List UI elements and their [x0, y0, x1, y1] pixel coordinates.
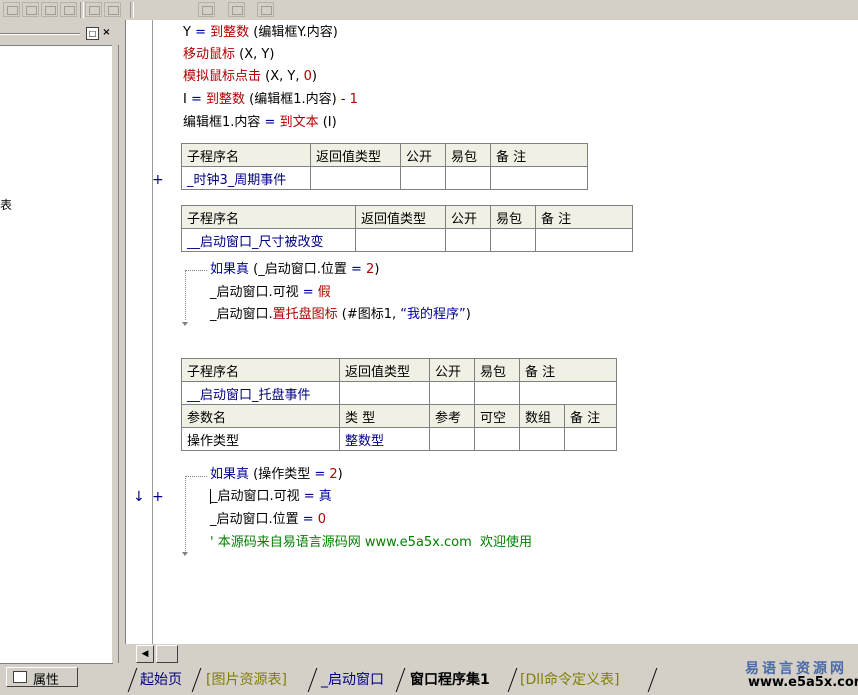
flow-line: [185, 270, 186, 320]
properties-tab-label: 属性: [33, 673, 60, 688]
watermark-url: www.e5a5x.com: [748, 675, 858, 690]
easy-pack-cell[interactable]: [474, 381, 520, 405]
header-cell: 子程序名: [181, 358, 340, 382]
flow-arrow-icon: [182, 552, 188, 556]
header-cell: 参考: [429, 404, 475, 428]
distribute-v-icon[interactable]: [104, 2, 121, 17]
layout-toolbar: [0, 0, 130, 20]
return-type-cell[interactable]: [310, 166, 401, 190]
header-cell: 备 注: [490, 143, 588, 167]
subroutine-name[interactable]: _时钟3_周期事件: [181, 166, 311, 190]
public-cell[interactable]: [429, 381, 475, 405]
code-line-4[interactable]: I = 到整数 (编辑框1.内容) - 1: [183, 92, 358, 108]
remark-cell[interactable]: [519, 381, 617, 405]
distribute-h-icon[interactable]: [85, 2, 102, 17]
current-line-arrow-icon: ↓: [133, 489, 145, 505]
header-cell: 易包: [445, 143, 491, 167]
remark-cell[interactable]: [490, 166, 588, 190]
same-size-icon[interactable]: [257, 2, 274, 17]
left-panel-splitter[interactable]: [112, 45, 119, 663]
subroutine-table: 子程序名 返回值类型 公开 易包 备 注 __启动窗口_托盘事件 参数名 类 型…: [181, 358, 617, 451]
header-cell: 易包: [474, 358, 520, 382]
align-center-icon[interactable]: [22, 2, 39, 17]
header-cell: 数组: [519, 404, 565, 428]
code-line[interactable]: _启动窗口.置托盘图标 (#图标1, “我的程序”): [210, 307, 471, 323]
truncated-label: 表: [0, 198, 13, 212]
toolbar-separator: [80, 2, 84, 18]
code-line[interactable]: _启动窗口.可视 = 真: [210, 489, 332, 505]
param-nullable-cell[interactable]: [474, 427, 520, 451]
toolbar-separator: [130, 2, 134, 18]
header-cell: 返回值类型: [339, 358, 430, 382]
expand-plus-icon[interactable]: +: [152, 172, 164, 188]
code-comment[interactable]: ' 本源码来自易语言源码网 www.e5a5x.com 欢迎使用: [210, 535, 532, 551]
param-type[interactable]: 整数型: [339, 427, 430, 451]
param-remark-cell[interactable]: [564, 427, 617, 451]
header-cell: 备 注: [564, 404, 617, 428]
flow-arrow-icon: [182, 322, 188, 326]
return-type-cell[interactable]: [355, 228, 446, 252]
header-cell: 返回值类型: [310, 143, 401, 167]
header-cell: 子程序名: [181, 143, 311, 167]
subroutine-name[interactable]: __启动窗口_尺寸被改变: [181, 228, 356, 252]
header-cell: 备 注: [519, 358, 617, 382]
remark-cell[interactable]: [535, 228, 633, 252]
header-cell: 子程序名: [181, 205, 356, 229]
code-line-3[interactable]: 模拟鼠标点击 (X, Y, 0): [183, 69, 317, 85]
tab-startup-window[interactable]: _启动窗口: [321, 670, 384, 692]
header-cell: 备 注: [535, 205, 633, 229]
header-cell: 可空: [474, 404, 520, 428]
editor-gutter-line: [152, 20, 153, 644]
header-cell: 公开: [400, 143, 446, 167]
tab-dll-commands[interactable]: [Dll命令定义表]: [520, 670, 619, 692]
param-ref-cell[interactable]: [429, 427, 475, 451]
tab-start-page[interactable]: 起始页: [140, 670, 182, 692]
public-cell[interactable]: [445, 228, 491, 252]
code-line-1[interactable]: Y = 到整数 (编辑框Y.内容): [183, 25, 338, 41]
align-top-icon[interactable]: [41, 2, 58, 17]
header-cell: 易包: [490, 205, 536, 229]
public-cell[interactable]: [400, 166, 446, 190]
easy-pack-cell[interactable]: [490, 228, 536, 252]
scroll-left-icon[interactable]: ◀: [136, 645, 154, 663]
same-width-icon[interactable]: [198, 2, 215, 17]
flow-line: [185, 476, 207, 477]
panel-header: □ ×: [0, 25, 118, 41]
header-cell: 类 型: [339, 404, 430, 428]
properties-tab[interactable]: 属性: [6, 667, 78, 688]
subroutine-table: 子程序名 返回值类型 公开 易包 备 注 _时钟3_周期事件: [181, 143, 588, 190]
param-array-cell[interactable]: [519, 427, 565, 451]
align-left-icon[interactable]: [3, 2, 20, 17]
properties-icon: [13, 671, 27, 683]
code-if-line[interactable]: 如果真 (_启动窗口.位置 = 2): [210, 262, 379, 278]
close-icon[interactable]: ×: [101, 27, 112, 38]
subroutine-name[interactable]: __启动窗口_托盘事件: [181, 381, 340, 405]
code-line[interactable]: _启动窗口.可视 = 假: [210, 285, 331, 301]
header-cell: 公开: [445, 205, 491, 229]
param-name[interactable]: 操作类型: [181, 427, 340, 451]
flow-line: [185, 476, 186, 551]
easy-pack-cell[interactable]: [445, 166, 491, 190]
tab-window-assembly[interactable]: 窗口程序集1: [410, 670, 490, 692]
code-if-line[interactable]: 如果真 (操作类型 = 2): [210, 467, 343, 483]
header-cell: 公开: [429, 358, 475, 382]
same-height-icon[interactable]: [228, 2, 245, 17]
header-cell: 返回值类型: [355, 205, 446, 229]
align-middle-icon[interactable]: [60, 2, 77, 17]
tab-image-resources[interactable]: [图片资源表]: [206, 670, 287, 692]
expand-plus-icon[interactable]: +: [152, 489, 164, 505]
subroutine-table: 子程序名 返回值类型 公开 易包 备 注 __启动窗口_尺寸被改变: [181, 205, 633, 252]
code-line[interactable]: _启动窗口.位置 = 0: [210, 512, 326, 528]
return-type-cell[interactable]: [339, 381, 430, 405]
scroll-thumb[interactable]: [156, 645, 178, 663]
code-line-5[interactable]: 编辑框1.内容 = 到文本 (I): [183, 115, 337, 131]
flow-line: [185, 270, 207, 271]
code-line-2[interactable]: 移动鼠标 (X, Y): [183, 47, 274, 63]
toolbar-overflow: [130, 0, 858, 20]
left-panel-content[interactable]: [0, 45, 113, 664]
header-cell: 参数名: [181, 404, 340, 428]
restore-icon[interactable]: □: [86, 27, 99, 40]
